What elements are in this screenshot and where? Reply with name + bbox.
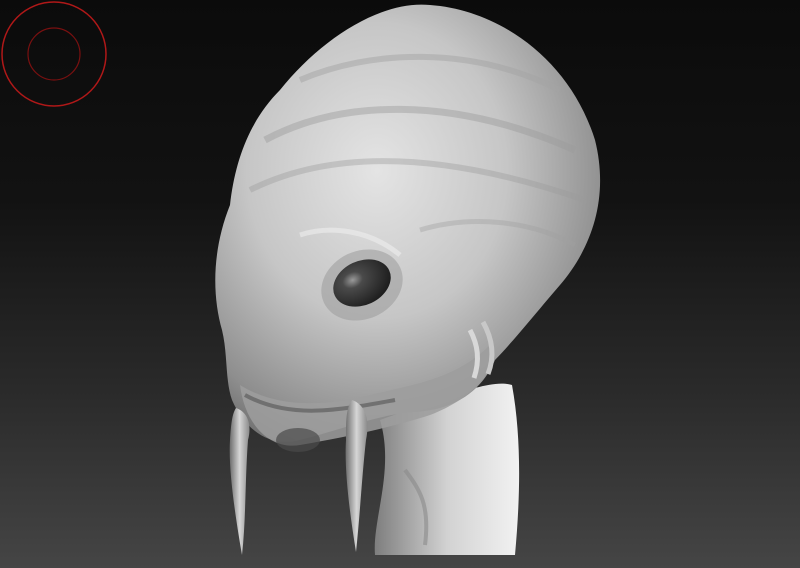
chin-lobe [276,428,320,452]
brush-outer-ring [1,1,107,107]
sculpt-canvas[interactable] [0,0,800,568]
fang-left [229,408,250,555]
fang-right [345,400,368,552]
brush-inner-ring [27,27,81,81]
creature-head [215,4,601,442]
model-view [215,4,601,555]
brush-radius-circle-icon[interactable] [0,0,108,108]
